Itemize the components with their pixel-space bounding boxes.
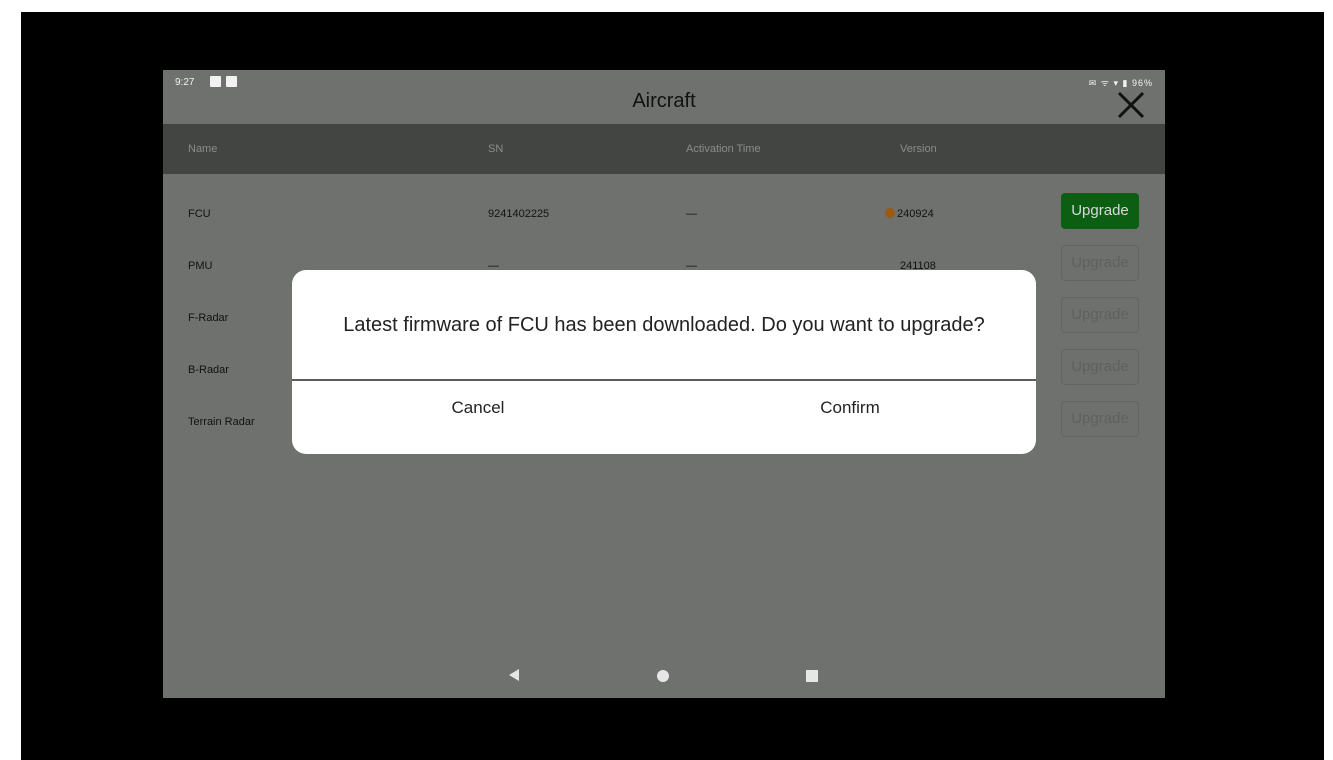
table-row: FCU 9241402225 — 240924 Upgrade (163, 193, 1165, 236)
close-button[interactable] (1116, 90, 1146, 120)
column-header-name: Name (188, 143, 218, 155)
row-sn: 9241402225 (488, 208, 550, 220)
column-header-activation-time: Activation Time (686, 143, 761, 155)
upgrade-button-terrain-radar[interactable]: Upgrade (1061, 401, 1139, 437)
nav-back-icon[interactable] (509, 669, 519, 681)
row-name: FCU (188, 208, 211, 220)
page-title: Aircraft (632, 90, 696, 112)
row-name: PMU (188, 260, 213, 272)
row-version: 240924 (885, 208, 934, 220)
upgrade-button-pmu[interactable]: Upgrade (1061, 245, 1139, 281)
version-update-dot-icon (885, 208, 895, 218)
upgrade-button-b-radar[interactable]: Upgrade (1061, 349, 1139, 385)
row-version-value: 240924 (897, 208, 934, 220)
upgrade-button-fcu[interactable]: Upgrade (1061, 193, 1139, 229)
table-header: Name SN Activation Time Version (163, 124, 1165, 174)
system-nav-bar (163, 660, 1165, 690)
column-header-version: Version (900, 143, 937, 155)
upgrade-button-f-radar[interactable]: Upgrade (1061, 297, 1139, 333)
row-activation-time: — (686, 208, 697, 220)
row-name: Terrain Radar (188, 416, 255, 428)
title-bar: Aircraft (163, 70, 1165, 124)
nav-home-icon[interactable] (657, 670, 669, 682)
upgrade-confirm-dialog: Latest firmware of FCU has been download… (292, 270, 1036, 454)
column-header-sn: SN (488, 143, 504, 155)
row-name: F-Radar (188, 312, 229, 324)
confirm-button[interactable]: Confirm (664, 381, 1036, 454)
row-name: B-Radar (188, 364, 229, 376)
dialog-message: Latest firmware of FCU has been download… (343, 314, 985, 336)
nav-recent-icon[interactable] (806, 670, 818, 682)
cancel-button[interactable]: Cancel (292, 381, 664, 454)
close-icon (1117, 91, 1145, 119)
